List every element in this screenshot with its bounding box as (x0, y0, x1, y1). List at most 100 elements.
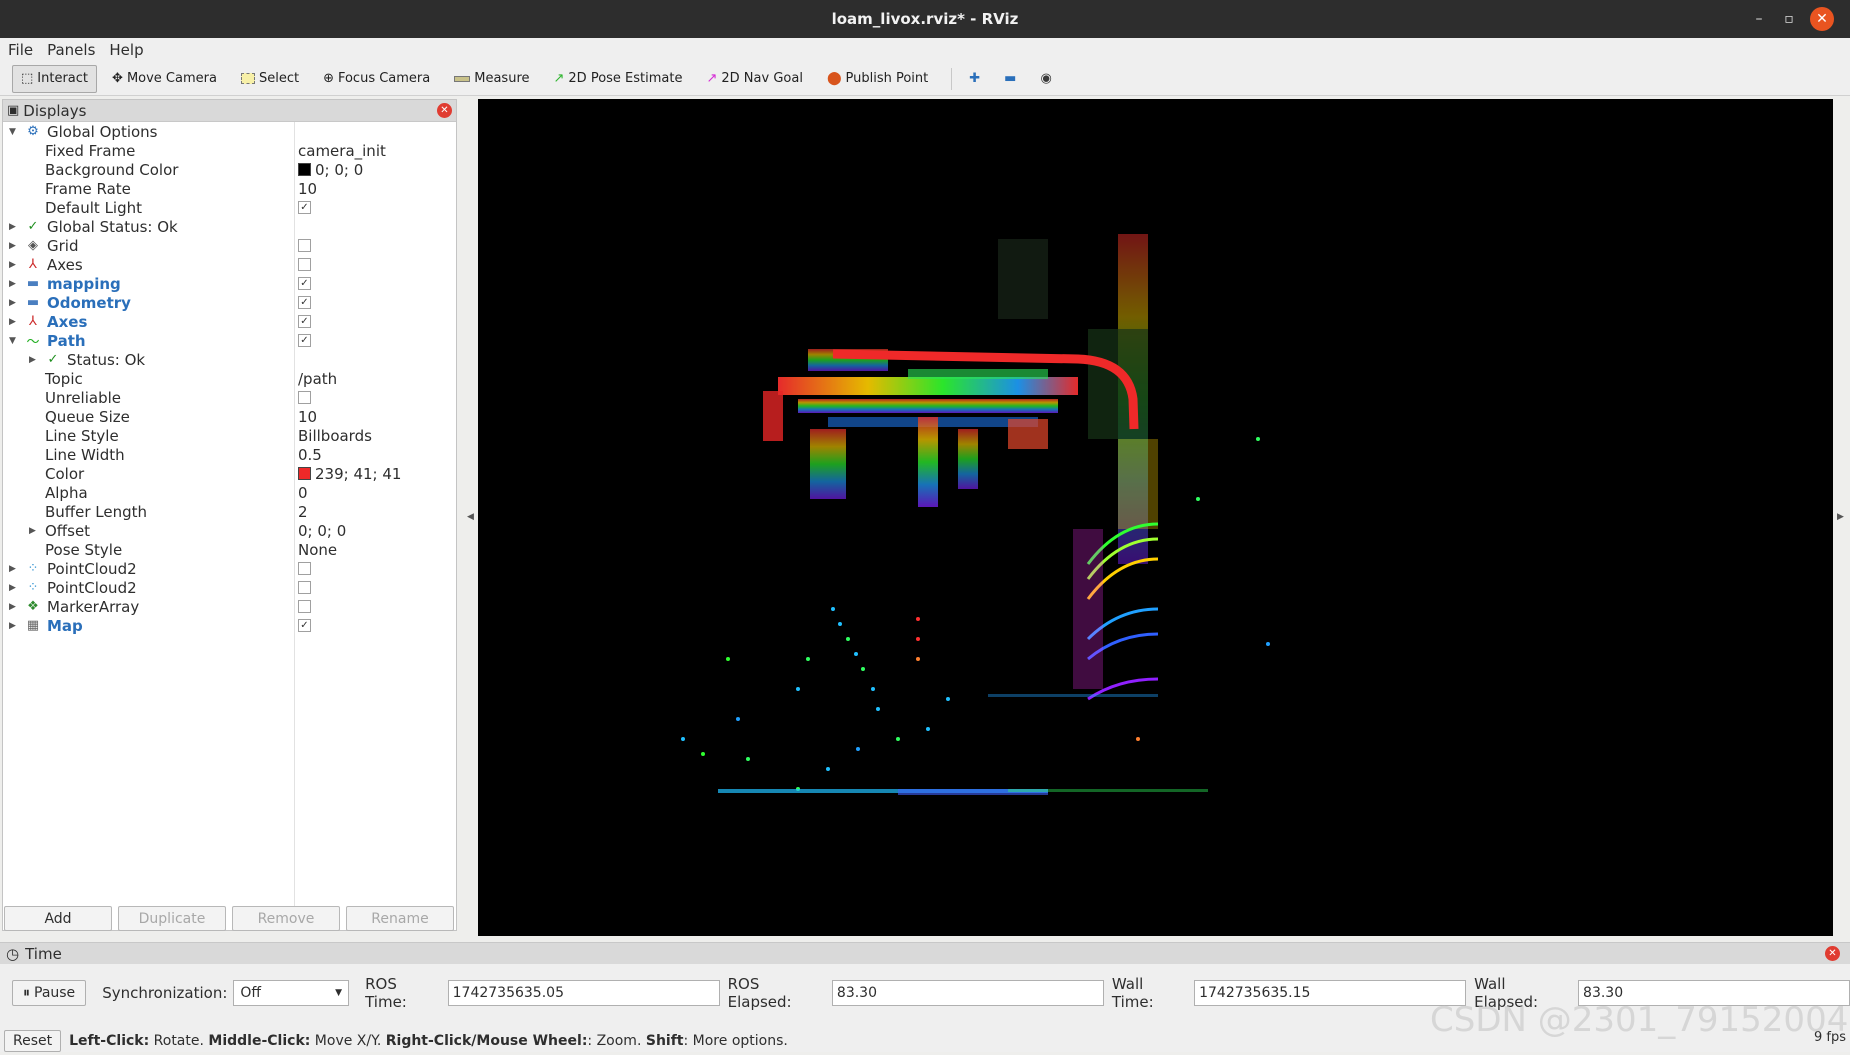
close-panel-icon[interactable]: ✕ (437, 103, 452, 118)
tree-row-axes-2[interactable]: ▶ ⅄ Axes ✓ (3, 312, 456, 331)
tree-row-line-style[interactable]: Line Style Billboards (3, 426, 456, 445)
duplicate-button[interactable]: Duplicate (118, 906, 226, 931)
tree-row-global-status[interactable]: ▶ ✓ Global Status: Ok (3, 217, 456, 236)
odometry-checkbox[interactable]: ✓ (298, 296, 311, 309)
tree-row-line-width[interactable]: Line Width 0.5 (3, 445, 456, 464)
unreliable-checkbox[interactable] (298, 391, 311, 404)
menu-file[interactable]: File (8, 41, 33, 59)
move-camera-tool[interactable]: ✥ Move Camera (103, 65, 226, 93)
tree-row-global-options[interactable]: ▼ ⚙ Global Options (3, 122, 456, 141)
pose-estimate-tool[interactable]: ↗ 2D Pose Estimate (545, 65, 692, 93)
collapsed-arrow-icon[interactable]: ▶ (9, 260, 19, 270)
collapsed-arrow-icon[interactable]: ▶ (9, 222, 19, 232)
tree-row-buffer-length[interactable]: Buffer Length 2 (3, 502, 456, 521)
tree-row-odometry[interactable]: ▶ ▬ Odometry ✓ (3, 293, 456, 312)
collapsed-arrow-icon[interactable]: ▶ (29, 355, 39, 365)
tree-row-queue-size[interactable]: Queue Size 10 (3, 407, 456, 426)
focus-camera-tool[interactable]: ⊕ Focus Camera (314, 65, 439, 93)
grid-checkbox[interactable] (298, 239, 311, 252)
close-icon[interactable]: ✕ (1810, 7, 1834, 31)
wall-time-field[interactable]: 1742735635.15 (1194, 980, 1467, 1006)
tree-row-background-color[interactable]: Background Color 0; 0; 0 (3, 160, 456, 179)
measure-tool[interactable]: Measure (445, 65, 538, 93)
ros-time-field[interactable]: 1742735635.05 (447, 980, 720, 1006)
background-color-value[interactable]: 0; 0; 0 (298, 161, 363, 179)
select-tool[interactable]: Select (232, 65, 308, 93)
tree-row-color[interactable]: Color 239; 41; 41 (3, 464, 456, 483)
path-checkbox[interactable]: ✓ (298, 334, 311, 347)
rename-button[interactable]: Rename (346, 906, 454, 931)
expanded-arrow-icon[interactable]: ▼ (9, 336, 19, 346)
collapsed-arrow-icon[interactable]: ▶ (9, 564, 19, 574)
collapsed-arrow-icon[interactable]: ▶ (29, 526, 39, 536)
line-width-value[interactable]: 0.5 (298, 446, 322, 464)
tree-row-fixed-frame[interactable]: Fixed Frame camera_init (3, 141, 456, 160)
collapsed-arrow-icon[interactable]: ▶ (9, 621, 19, 631)
view-options-button[interactable]: ◉ (1031, 65, 1060, 93)
tree-row-grid[interactable]: ▶ ◈ Grid (3, 236, 456, 255)
interact-tool[interactable]: ⬚ Interact (12, 64, 98, 93)
point-cloud-render[interactable] (478, 99, 1833, 936)
mapping-checkbox[interactable]: ✓ (298, 277, 311, 290)
tree-row-pointcloud2-a[interactable]: ▶ ⁘ PointCloud2 (3, 559, 456, 578)
tree-row-path[interactable]: ▼ 〜 Path ✓ (3, 331, 456, 350)
collapse-left-arrow-icon[interactable]: ◀ (467, 512, 474, 522)
collapsed-arrow-icon[interactable]: ▶ (9, 298, 19, 308)
remove-button[interactable]: Remove (232, 906, 340, 931)
tree-row-path-status[interactable]: ▶ ✓ Status: Ok (3, 350, 456, 369)
ros-elapsed-field[interactable]: 83.30 (831, 980, 1104, 1006)
map-checkbox[interactable]: ✓ (298, 619, 311, 632)
sync-dropdown[interactable]: Off ▼ (233, 980, 350, 1006)
axes-2-checkbox[interactable]: ✓ (298, 315, 311, 328)
maximize-icon[interactable]: ▫ (1774, 4, 1804, 34)
pose-style-value[interactable]: None (298, 541, 337, 559)
reset-button[interactable]: Reset (4, 1030, 62, 1052)
nav-goal-tool[interactable]: ↗ 2D Nav Goal (697, 65, 811, 93)
add-tool-button[interactable]: ✚ (960, 65, 989, 93)
tree-row-topic[interactable]: Topic /path (3, 369, 456, 388)
pointcloud2-a-checkbox[interactable] (298, 562, 311, 575)
alpha-value[interactable]: 0 (298, 484, 308, 502)
marker-array-checkbox[interactable] (298, 600, 311, 613)
tree-row-alpha[interactable]: Alpha 0 (3, 483, 456, 502)
tree-row-unreliable[interactable]: Unreliable (3, 388, 456, 407)
tree-row-pointcloud2-b[interactable]: ▶ ⁘ PointCloud2 (3, 578, 456, 597)
tree-row-mapping[interactable]: ▶ ▬ mapping ✓ (3, 274, 456, 293)
status-zoom: : Zoom. (587, 1033, 646, 1049)
color-value[interactable]: 239; 41; 41 (298, 465, 401, 483)
menu-panels[interactable]: Panels (47, 41, 95, 59)
publish-point-tool[interactable]: ⬤ Publish Point (818, 65, 937, 93)
collapsed-arrow-icon[interactable]: ▶ (9, 279, 19, 289)
collapsed-arrow-icon[interactable]: ▶ (9, 602, 19, 612)
axes-icon: ⅄ (29, 257, 37, 272)
collapsed-arrow-icon[interactable]: ▶ (9, 317, 19, 327)
render-view[interactable] (478, 99, 1833, 936)
collapse-right-arrow-icon[interactable]: ▶ (1837, 512, 1844, 522)
topic-value[interactable]: /path (298, 370, 337, 388)
tree-row-frame-rate[interactable]: Frame Rate 10 (3, 179, 456, 198)
pause-button[interactable]: ⏸ Pause (12, 980, 87, 1006)
close-panel-icon[interactable]: ✕ (1825, 946, 1840, 961)
expanded-arrow-icon[interactable]: ▼ (9, 127, 19, 137)
tree-row-marker-array[interactable]: ▶ ❖ MarkerArray (3, 597, 456, 616)
axes-checkbox[interactable] (298, 258, 311, 271)
tree-row-offset[interactable]: ▶ Offset 0; 0; 0 (3, 521, 456, 540)
default-light-checkbox[interactable]: ✓ (298, 201, 311, 214)
tree-row-default-light[interactable]: Default Light ✓ (3, 198, 456, 217)
add-button[interactable]: Add (4, 906, 112, 931)
collapsed-arrow-icon[interactable]: ▶ (9, 241, 19, 251)
collapsed-arrow-icon[interactable]: ▶ (9, 583, 19, 593)
pointcloud2-b-checkbox[interactable] (298, 581, 311, 594)
tree-row-axes[interactable]: ▶ ⅄ Axes (3, 255, 456, 274)
frame-rate-value[interactable]: 10 (298, 180, 317, 198)
tree-row-map[interactable]: ▶ ▦ Map ✓ (3, 616, 456, 635)
buffer-length-value[interactable]: 2 (298, 503, 308, 521)
queue-size-value[interactable]: 10 (298, 408, 317, 426)
line-style-value[interactable]: Billboards (298, 427, 372, 445)
remove-tool-button[interactable]: ▬ (995, 65, 1025, 93)
menu-help[interactable]: Help (109, 41, 143, 59)
tree-row-pose-style[interactable]: Pose Style None (3, 540, 456, 559)
minimize-icon[interactable]: – (1744, 4, 1774, 34)
offset-value[interactable]: 0; 0; 0 (298, 522, 346, 540)
fixed-frame-value[interactable]: camera_init (298, 142, 386, 160)
